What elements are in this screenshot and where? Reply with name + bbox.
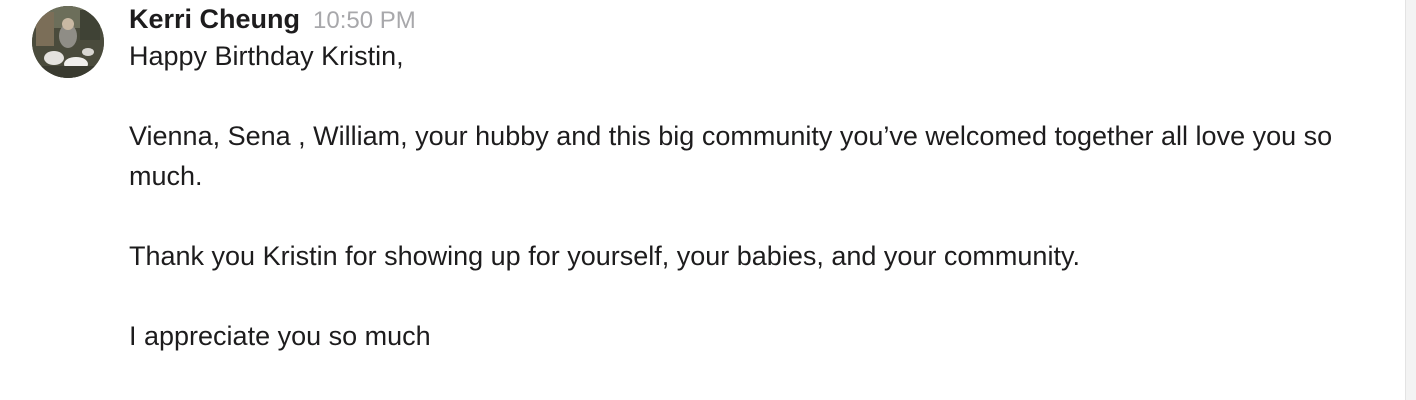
message-paragraph: Thank you Kristin for showing up for you… — [129, 241, 1080, 271]
chat-message: Kerri Cheung 10:50 PM Happy Birthday Kri… — [0, 0, 1416, 400]
avatar-photo-icon — [32, 6, 104, 78]
message-paragraph: I appreciate you so much — [129, 321, 431, 351]
message-header: Kerri Cheung 10:50 PM — [129, 0, 1376, 36]
timestamp[interactable]: 10:50 PM — [313, 4, 416, 38]
message-paragraph: Vienna, Sena , William, your hubby and t… — [129, 121, 1333, 191]
avatar[interactable] — [32, 6, 104, 78]
message-body: Happy Birthday Kristin, Vienna, Sena , W… — [129, 36, 1376, 356]
author-name[interactable]: Kerri Cheung — [129, 2, 300, 36]
message-content: Kerri Cheung 10:50 PM Happy Birthday Kri… — [129, 0, 1376, 356]
message-paragraph: Happy Birthday Kristin, — [129, 41, 404, 71]
scrollbar[interactable] — [1405, 0, 1416, 400]
